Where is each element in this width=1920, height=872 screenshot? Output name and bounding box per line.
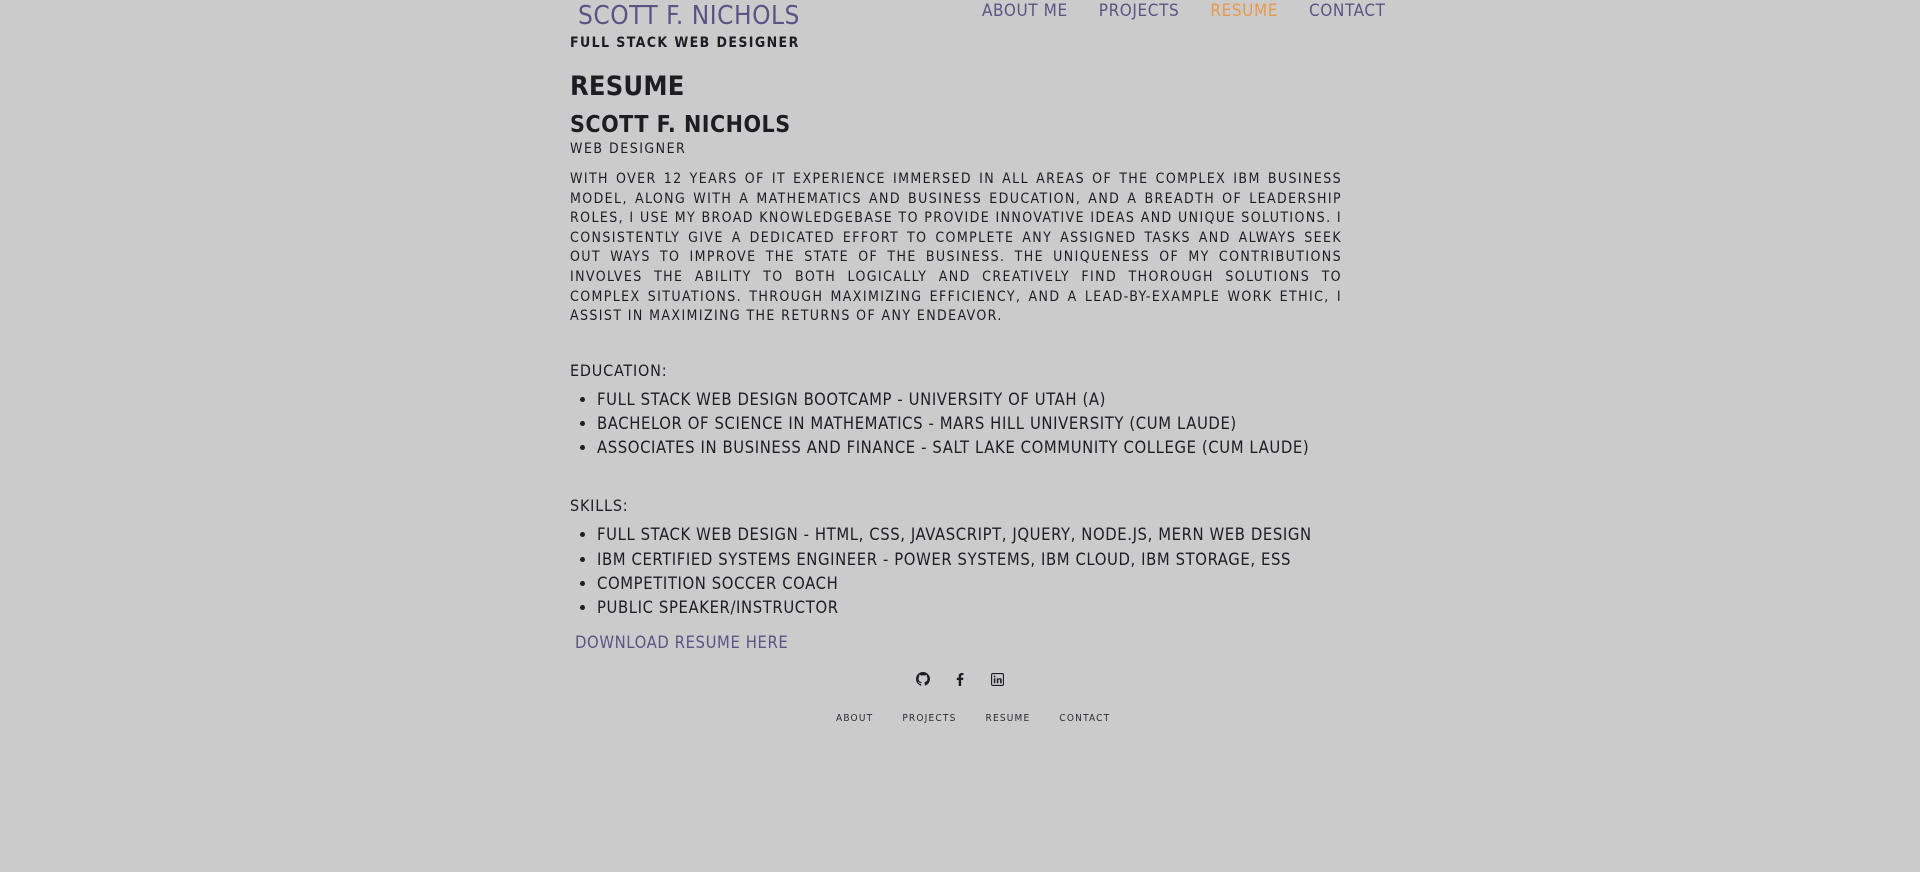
main-nav: About Me Projects Resume Contact	[982, 0, 1386, 22]
social-links	[915, 671, 1005, 687]
nav-about-me[interactable]: About Me	[982, 0, 1068, 22]
education-item: Associates in Business and Finance - Sal…	[597, 436, 1342, 460]
skills-list: Full Stack Web Design - HTML, CSS, JavaS…	[570, 523, 1342, 620]
page-title: Resume	[570, 71, 685, 102]
summary-text: With over 12 years of IT experience imme…	[570, 171, 1342, 325]
brand-name[interactable]: Scott F. Nichols	[578, 0, 799, 32]
skill-item: Public Speaker/Instructor	[597, 596, 1342, 620]
education-list: Full Stack Web Design Bootcamp - Univers…	[570, 388, 1342, 461]
education-item: Bachelor of Science in Mathematics - Mar…	[597, 412, 1342, 436]
skill-item: Full Stack Web Design - HTML, CSS, JavaS…	[597, 523, 1342, 547]
github-icon[interactable]	[915, 671, 931, 687]
page: Scott F. Nichols Full Stack Web Designer…	[0, 0, 1920, 872]
nav-resume[interactable]: Resume	[1210, 0, 1278, 22]
person-role: Web Designer	[570, 141, 687, 157]
skill-item: Competition Soccer Coach	[597, 572, 1342, 596]
footer-nav-resume[interactable]: Resume	[986, 712, 1031, 726]
nav-contact[interactable]: Contact	[1309, 0, 1386, 22]
nav-projects[interactable]: Projects	[1099, 0, 1180, 22]
facebook-icon[interactable]	[952, 671, 968, 687]
skill-item: IBM Certified Systems Engineer - Power S…	[597, 548, 1342, 572]
footer-nav-about[interactable]: About	[836, 712, 873, 726]
brand-subtitle: Full Stack Web Designer	[570, 35, 800, 51]
download-resume-link[interactable]: Download Resume Here	[575, 632, 788, 654]
footer-nav-projects[interactable]: Projects	[902, 712, 956, 726]
skills-heading: Skills:	[570, 496, 629, 516]
resume-content: Resume Scott F. Nichols Web Designer Wit…	[570, 70, 1342, 654]
education-item: Full Stack Web Design Bootcamp - Univers…	[597, 388, 1342, 412]
linkedin-icon[interactable]	[989, 671, 1005, 687]
person-name: Scott F. Nichols	[570, 112, 791, 138]
footer-nav: About Projects Resume Contact	[836, 712, 1110, 726]
education-heading: Education:	[570, 360, 668, 380]
footer-nav-contact[interactable]: Contact	[1059, 712, 1110, 726]
brand[interactable]: Scott F. Nichols Full Stack Web Designer	[570, 0, 800, 52]
